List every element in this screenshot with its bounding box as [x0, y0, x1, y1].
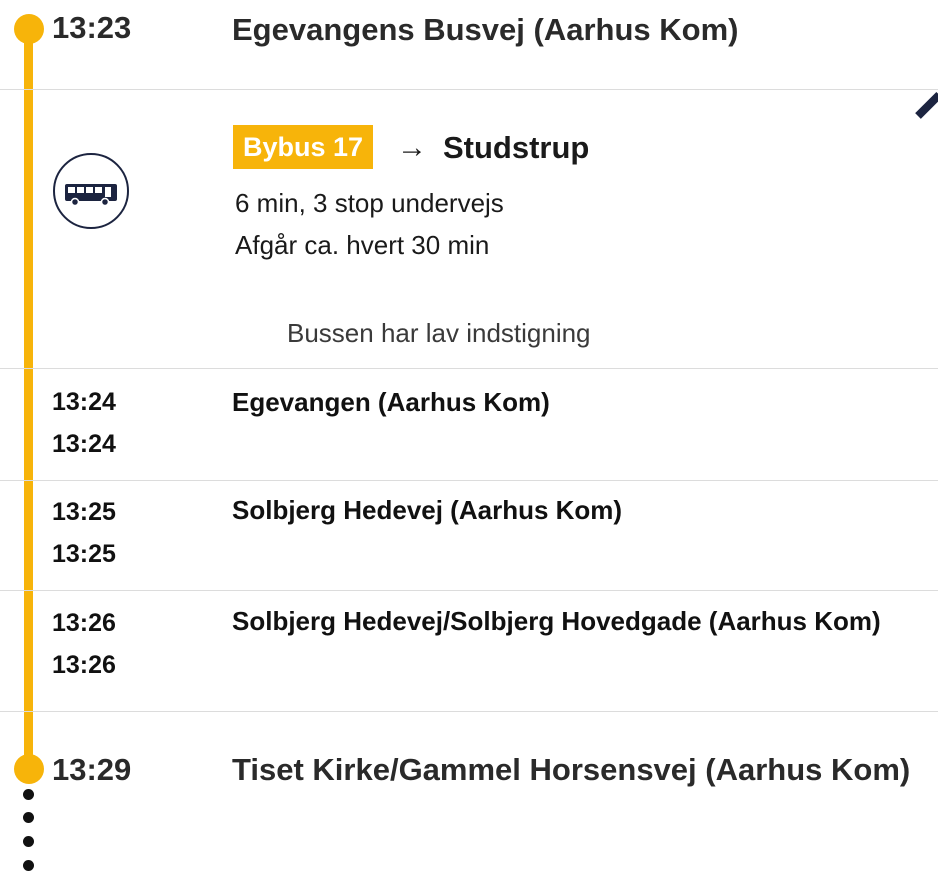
- stop-departure-time: 13:26: [52, 651, 116, 679]
- stop-arrival-time: 13:25: [52, 498, 116, 526]
- leg-frequency: Afgår ca. hvert 30 min: [235, 230, 490, 260]
- divider: [0, 590, 938, 591]
- walk-dot: [23, 812, 34, 823]
- walk-dot: [23, 789, 34, 800]
- departure-time: 13:23: [52, 10, 132, 45]
- walk-dot: [23, 836, 34, 847]
- walk-dot: [23, 860, 34, 871]
- intermediate-stop-name[interactable]: Egevangen (Aarhus Kom): [232, 381, 922, 423]
- divider: [0, 711, 938, 712]
- intermediate-stop-name[interactable]: Solbjerg Hedevej/Solbjerg Hovedgade (Aar…: [232, 600, 922, 642]
- accessibility-note: Bussen har lav indstigning: [287, 318, 591, 348]
- departure-stop-name[interactable]: Egevangens Busvej (Aarhus Kom): [232, 6, 738, 54]
- timeline-end-dot: [14, 754, 44, 784]
- timeline-start-dot: [14, 14, 44, 44]
- direction-arrow: →: [397, 131, 427, 164]
- arrival-time: 13:29: [52, 752, 132, 787]
- divider: [0, 480, 938, 481]
- leg-duration: 6 min, 3 stop undervejs: [235, 188, 504, 218]
- divider: [0, 89, 938, 90]
- timeline-line: [24, 26, 33, 768]
- stop-departure-time: 13:25: [52, 540, 116, 568]
- stop-departure-time: 13:24: [52, 430, 116, 458]
- line-badge[interactable]: Bybus 17: [233, 125, 374, 169]
- expand-arrow-icon[interactable]: [915, 91, 938, 119]
- divider: [0, 368, 938, 369]
- line-destination: Studstrup: [443, 130, 590, 165]
- stop-arrival-time: 13:26: [52, 609, 116, 637]
- intermediate-stop-name[interactable]: Solbjerg Hedevej (Aarhus Kom): [232, 489, 922, 531]
- arrival-stop-name[interactable]: Tiset Kirke/Gammel Horsensvej (Aarhus Ko…: [232, 746, 922, 794]
- bus-icon: [53, 153, 129, 229]
- stop-arrival-time: 13:24: [52, 388, 116, 416]
